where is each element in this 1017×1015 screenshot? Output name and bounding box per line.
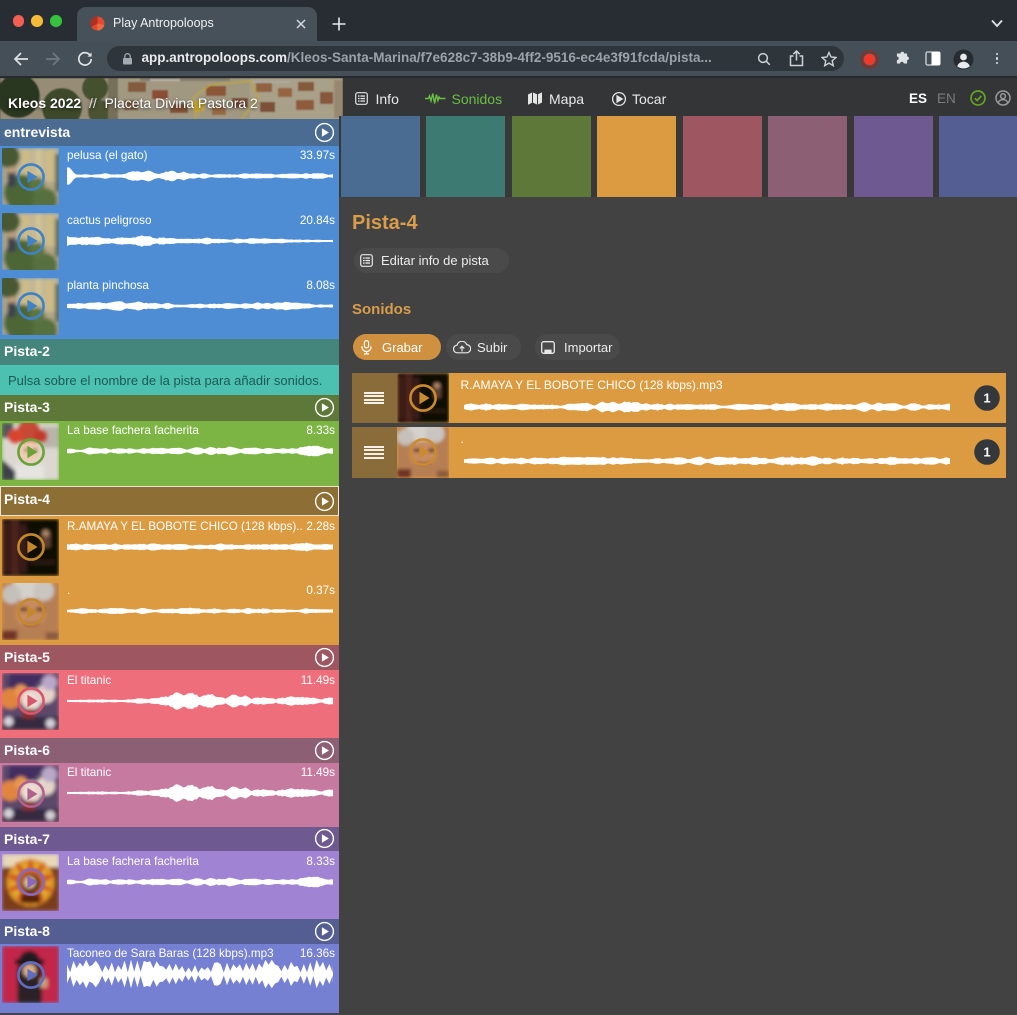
- svg-text:1: 1: [984, 445, 991, 460]
- svg-text:1: 1: [984, 391, 991, 406]
